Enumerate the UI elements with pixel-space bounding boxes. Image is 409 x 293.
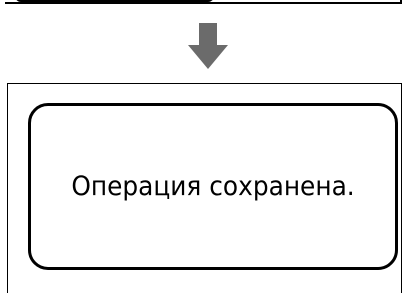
confirmation-dialog: Операция сохранена. <box>28 103 398 270</box>
arrow-down-icon <box>188 23 228 69</box>
dialog-message: Операция сохранена. <box>71 171 355 202</box>
previous-screen-field <box>15 0 214 2</box>
